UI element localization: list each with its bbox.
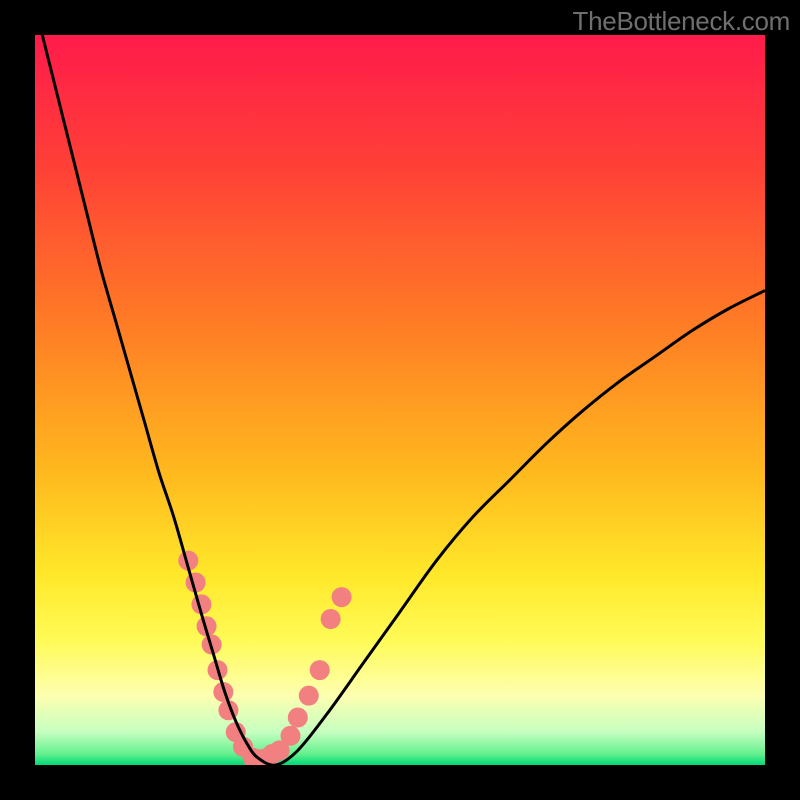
data-point xyxy=(332,587,352,607)
data-point xyxy=(281,726,301,746)
plot-area xyxy=(35,35,765,765)
chart-svg xyxy=(35,35,765,765)
data-point xyxy=(321,609,341,629)
data-point xyxy=(299,686,319,706)
data-point xyxy=(310,660,330,680)
outer-frame: TheBottleneck.com xyxy=(0,0,800,800)
watermark-text: TheBottleneck.com xyxy=(573,6,790,37)
data-point xyxy=(288,708,308,728)
gradient-background xyxy=(35,35,765,765)
